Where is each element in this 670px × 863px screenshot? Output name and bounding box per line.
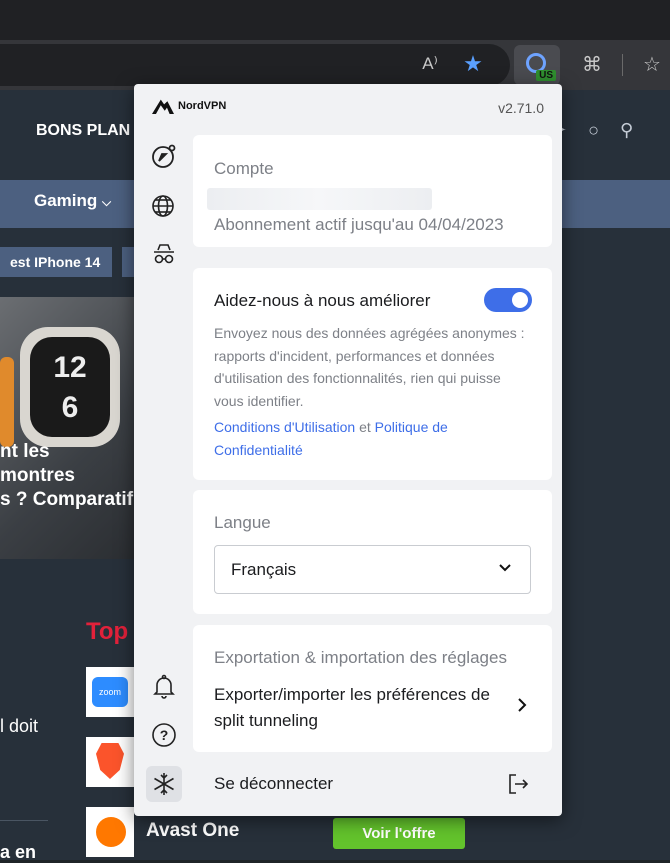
zoom-logo-tile[interactable]: zoom	[86, 667, 134, 717]
version-label: v2.71.0	[498, 100, 544, 116]
logout-icon[interactable]	[506, 772, 530, 796]
nav-gaming-label: Gaming	[34, 191, 98, 210]
language-select[interactable]: Français	[214, 545, 531, 594]
hero-line-3: s ? Comparatif	[0, 489, 134, 510]
servers-globe-icon[interactable]	[146, 188, 182, 224]
article-snippet: l doit	[0, 716, 39, 736]
hero-line-1: nt les	[0, 441, 50, 462]
avast-logo-icon	[96, 817, 126, 847]
redacted-email	[207, 188, 432, 210]
terms-link[interactable]: Conditions d'Utilisation	[214, 419, 355, 435]
legal-links: Conditions d'Utilisation et Politique de…	[214, 416, 534, 461]
chevron-down-icon	[499, 564, 511, 572]
toggle-knob	[512, 292, 528, 308]
site-header-icons[interactable]: ✦ ○ ⚲	[552, 120, 641, 141]
subscription-status: Abonnement actif jusqu'au 04/04/2023	[214, 215, 504, 234]
toolbar-divider	[622, 54, 623, 76]
chevron-down-icon: ⌵	[102, 195, 112, 209]
help-icon[interactable]: ?	[146, 717, 182, 753]
nordvpn-logo: NordVPN	[152, 98, 226, 114]
site-divider	[0, 820, 48, 821]
notifications-bell-icon[interactable]	[146, 668, 182, 704]
improve-toggle[interactable]	[484, 288, 532, 312]
nordvpn-extension-button[interactable]: US	[514, 45, 560, 85]
quick-connect-icon[interactable]	[146, 138, 182, 174]
hero-line-2: montres	[0, 465, 75, 486]
svg-text:12: 12	[53, 351, 86, 384]
hero-image-watch[interactable]: 12 6	[0, 297, 140, 559]
avast-logo-tile[interactable]	[86, 807, 134, 857]
browser-tab-strip	[0, 0, 670, 40]
export-label: Exportation & importation des réglages	[214, 648, 507, 667]
nav-gaming[interactable]: Gaming ⌵	[34, 191, 111, 211]
logout-button[interactable]: Se déconnecter	[214, 774, 333, 794]
improve-description: Envoyez nous des données agrégées anonym…	[214, 325, 525, 409]
tag-chip-iphone[interactable]: est IPhone 14	[0, 247, 112, 277]
account-card: Compte Abonnement actif jusqu'au 04/04/2…	[193, 135, 552, 247]
export-action: Exporter/importer les préférences de spl…	[214, 685, 490, 730]
language-selected: Français	[231, 559, 297, 579]
svg-text:?: ?	[160, 727, 169, 743]
brave-logo-icon	[96, 743, 124, 779]
improve-title: Aidez-nous à nous améliorer	[214, 291, 431, 310]
favorite-star-icon[interactable]: ★	[457, 48, 489, 80]
account-label: Compte	[214, 159, 274, 178]
language-label: Langue	[214, 513, 271, 532]
favorites-bar-icon[interactable]: ☆	[636, 48, 668, 80]
incognito-icon[interactable]	[146, 236, 182, 272]
improve-card: Aidez-nous à nous améliorer Envoyez nous…	[193, 268, 552, 480]
links-conjunction: et	[355, 419, 375, 435]
svg-text:6: 6	[62, 391, 79, 424]
product-name-avast[interactable]: Avast One	[146, 820, 239, 842]
language-card: Langue Français	[193, 490, 552, 614]
popup-header: NordVPN v2.71.0	[134, 84, 562, 130]
nordvpn-mountain-icon	[152, 99, 174, 114]
zoom-logo: zoom	[92, 677, 128, 707]
chevron-right-icon	[518, 698, 527, 712]
nordvpn-popup: NordVPN v2.71.0 ? Compte Abonnement acti…	[134, 84, 562, 816]
nav-bons-plans[interactable]: BONS PLAN	[36, 122, 130, 140]
hero-headline[interactable]: nt les montres s ? Comparatif	[0, 440, 133, 512]
brave-logo-tile[interactable]	[86, 737, 134, 787]
country-badge: US	[536, 70, 556, 81]
extensions-puzzle-icon[interactable]: ⌘	[576, 48, 608, 80]
voir-offre-button[interactable]: Voir l'offre	[333, 818, 465, 849]
read-aloud-icon[interactable]: A⁾	[414, 48, 446, 80]
export-card[interactable]: Exportation & importation des réglages E…	[193, 625, 552, 752]
section-title-top: Top	[86, 618, 129, 645]
brand-name: NordVPN	[178, 100, 227, 112]
settings-snowflake-icon[interactable]	[146, 766, 182, 802]
